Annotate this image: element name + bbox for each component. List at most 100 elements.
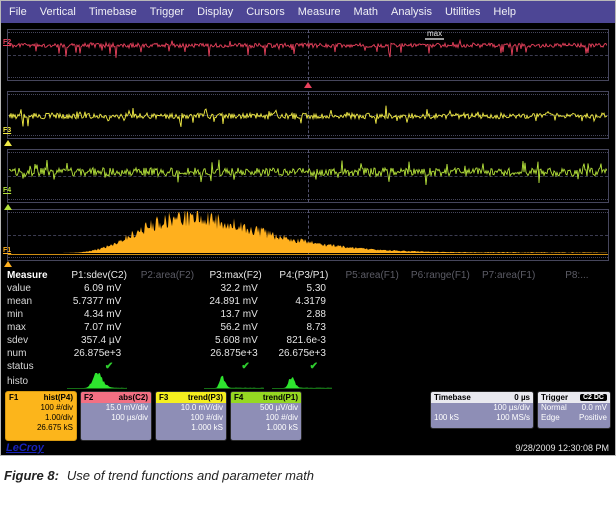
f1-offset-marker-icon[interactable] — [4, 261, 12, 267]
f4-samples: 1.000 kS — [231, 423, 301, 433]
p4-value: 5.30 — [270, 283, 338, 294]
param-header-p8[interactable]: P8:... — [543, 270, 611, 281]
descriptor-f2[interactable]: F2 abs(C2) 15.0 mV/div 100 µs/div — [80, 391, 152, 441]
f2-id: F2 — [84, 393, 93, 402]
grid-f1-histogram — [7, 209, 609, 261]
trace-label-f4: F4 — [3, 187, 11, 194]
f1-samples: 26.675 kS — [6, 423, 76, 433]
trace-f2 — [9, 31, 607, 79]
f2-function: abs(C2) — [119, 393, 148, 402]
menu-trigger[interactable]: Trigger — [150, 6, 184, 18]
menu-help[interactable]: Help — [493, 6, 516, 18]
measure-row-max: max 7.07 mV 56.2 mV 8.73 — [7, 321, 611, 334]
row-label: num — [7, 348, 65, 359]
f4-offset-marker-icon[interactable] — [4, 204, 12, 210]
p4-mean: 4.3179 — [270, 296, 338, 307]
p4-histicon — [272, 373, 332, 390]
figure-caption: Figure 8:Use of trend functions and para… — [4, 468, 314, 483]
p1-min: 4.34 mV — [65, 309, 133, 320]
p3-max: 56.2 mV — [202, 322, 270, 333]
menu-analysis[interactable]: Analysis — [391, 6, 432, 18]
measure-header-row: Measure P1:sdev(C2) P2:area(F2) P3:max(F… — [7, 269, 611, 282]
p3-sdev: 5.608 mV — [202, 335, 270, 346]
row-label: min — [7, 309, 65, 320]
f3-offset-marker-icon[interactable] — [4, 140, 12, 146]
document-page: File Vertical Timebase Trigger Display C… — [0, 0, 616, 507]
f3-id: F3 — [159, 393, 168, 402]
timebase-box[interactable]: Timebase 0 µs 100 µs/div 100 kS 100 MS/s — [430, 391, 534, 429]
scope-footer: LeCroy 9/28/2009 12:30:08 PM — [1, 441, 615, 454]
f4-vdiv: 500 µV/div — [231, 403, 301, 413]
measure-row-status: status ✔ ✔ ✔ — [7, 360, 611, 372]
param-header-p4[interactable]: P4:(P3/P1) — [270, 270, 338, 281]
row-label: histo — [7, 376, 65, 387]
f1-scale: 100 #/div — [6, 403, 76, 413]
trigger-type: Edge — [541, 413, 560, 423]
descriptor-row: F1 hist(P4) 100 #/div 1.00/div 26.675 kS… — [1, 389, 615, 441]
p1-value: 6.09 mV — [65, 283, 133, 294]
descriptor-f4[interactable]: F4 trend(P1) 500 µV/div 100 #/div 1.000 … — [230, 391, 302, 441]
p3-status-check-icon: ✔ — [202, 361, 270, 372]
measure-table: Measure P1:sdev(C2) P2:area(F2) P3:max(F… — [1, 267, 615, 389]
max-annotation: max — [425, 29, 444, 40]
row-label: mean — [7, 296, 65, 307]
p3-min: 13.7 mV — [202, 309, 270, 320]
menu-display[interactable]: Display — [197, 6, 233, 18]
menu-measure[interactable]: Measure — [298, 6, 341, 18]
p4-status-check-icon: ✔ — [270, 361, 338, 372]
figure-caption-text: Use of trend functions and parameter mat… — [67, 468, 314, 483]
f4-hdiv: 100 #/div — [231, 413, 301, 423]
waveform-display: max F2 F3 F4 F1 — [1, 23, 615, 267]
f2-vdiv: 15.0 mV/div — [81, 403, 151, 413]
f1-vdiv: 1.00/div — [6, 413, 76, 423]
f3-hdiv: 100 #/div — [156, 413, 226, 423]
p1-num: 26.875e+3 — [65, 348, 133, 359]
p4-max: 8.73 — [270, 322, 338, 333]
descriptor-f1[interactable]: F1 hist(P4) 100 #/div 1.00/div 26.675 kS — [5, 391, 77, 441]
descriptor-f3[interactable]: F3 trend(P3) 10.0 mV/div 100 #/div 1.000… — [155, 391, 227, 441]
trigger-source-badge: C2 DC — [580, 394, 607, 401]
p1-mean: 5.7377 mV — [65, 296, 133, 307]
grid-f4 — [7, 149, 609, 203]
measure-row-value: value 6.09 mV 32.2 mV 5.30 — [7, 282, 611, 295]
trace-label-f2: F2 — [3, 39, 11, 46]
measure-row-mean: mean 5.7377 mV 24.891 mV 4.3179 — [7, 295, 611, 308]
trigger-box[interactable]: Trigger C2 DC Normal 0.0 mV Edge Positiv… — [537, 391, 611, 429]
timebase-title: Timebase — [434, 393, 471, 402]
trigger-level: 0.0 mV — [582, 403, 607, 413]
p4-num: 26.675e+3 — [270, 348, 338, 359]
f1-function: hist(P4) — [44, 393, 73, 402]
measure-title: Measure — [7, 270, 65, 281]
param-header-p3[interactable]: P3:max(F2) — [202, 270, 270, 281]
menu-math[interactable]: Math — [354, 6, 378, 18]
param-header-p2[interactable]: P2:area(F2) — [133, 270, 201, 281]
p4-sdev: 821.6e-3 — [270, 335, 338, 346]
f1-id: F1 — [9, 393, 18, 402]
trace-label-f3: F3 — [3, 127, 11, 134]
param-header-p6[interactable]: P6:range(F1) — [406, 270, 474, 281]
menu-utilities[interactable]: Utilities — [445, 6, 480, 18]
p3-value: 32.2 mV — [202, 283, 270, 294]
f2-tdiv: 100 µs/div — [81, 413, 151, 423]
param-header-p1[interactable]: P1:sdev(C2) — [65, 270, 133, 281]
trace-label-f1: F1 — [3, 247, 11, 254]
param-header-p5[interactable]: P5:area(F1) — [338, 270, 406, 281]
grid-f3 — [7, 91, 609, 139]
p3-histicon — [204, 373, 264, 390]
trigger-mode: Normal — [541, 403, 567, 413]
menu-file[interactable]: File — [9, 6, 27, 18]
menu-timebase[interactable]: Timebase — [89, 6, 137, 18]
trace-f3 — [9, 93, 607, 137]
timebase-samples: 100 kS — [434, 413, 459, 423]
p4-min: 2.88 — [270, 309, 338, 320]
timestamp: 9/28/2009 12:30:08 PM — [515, 443, 609, 453]
trigger-marker-icon[interactable] — [304, 82, 312, 88]
trigger-slope: Positive — [579, 413, 607, 423]
param-header-p7[interactable]: P7:area(F1) — [475, 270, 543, 281]
menu-cursors[interactable]: Cursors — [246, 6, 285, 18]
menu-vertical[interactable]: Vertical — [40, 6, 76, 18]
measure-row-min: min 4.34 mV 13.7 mV 2.88 — [7, 308, 611, 321]
row-label: sdev — [7, 335, 65, 346]
p1-max: 7.07 mV — [65, 322, 133, 333]
p1-sdev: 357.4 µV — [65, 335, 133, 346]
